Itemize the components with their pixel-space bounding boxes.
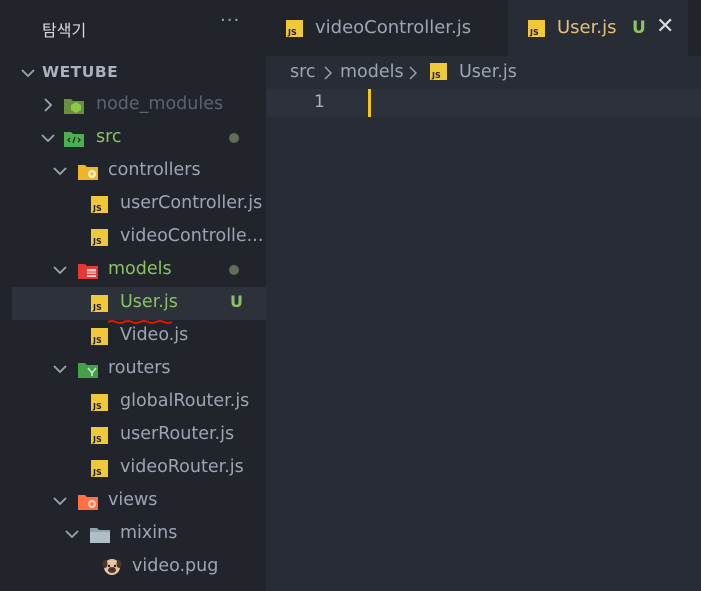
tree-item-src[interactable]: src [12, 122, 266, 155]
breadcrumb-item[interactable]: models [340, 62, 404, 82]
tab-label: User.js [557, 17, 617, 38]
tree-item-node-modules[interactable]: node_modules [12, 89, 266, 122]
tree-item-label: User.js [120, 292, 178, 312]
js-file-icon: JS [91, 295, 108, 312]
explorer-sidebar: 탐색기 ··· WETUBE node_modules src controll… [0, 0, 266, 591]
chevron-right-icon [40, 97, 56, 113]
breadcrumb-item[interactable]: src [290, 62, 316, 82]
more-actions-icon[interactable]: ··· [220, 10, 240, 31]
tree-item-controllers[interactable]: controllers [12, 155, 266, 188]
tree-item-label: mixins [120, 523, 178, 543]
editor-tabs: JS videoController.js JS User.js U ✕ [266, 0, 701, 56]
tab-videocontroller-js[interactable]: JS videoController.js [266, 0, 506, 56]
pug-icon [102, 557, 122, 575]
breadcrumb-item[interactable]: User.js [459, 62, 517, 82]
text-cursor [368, 89, 371, 117]
tree-item-label: userController.js [120, 193, 263, 213]
untracked-status-badge: U [632, 18, 646, 38]
tree-item-label: video.pug [132, 556, 219, 576]
tree-root-label: WETUBE [42, 63, 119, 81]
editor-pane[interactable]: src models JS User.js 1 [266, 56, 701, 591]
chevron-down-icon [52, 262, 68, 278]
chevron-down-icon [52, 493, 68, 509]
modified-dot [229, 133, 239, 143]
tab-user-js[interactable]: JS User.js U ✕ [508, 0, 688, 56]
tree-item-label: src [96, 127, 122, 147]
tree-item-label: models [108, 259, 172, 279]
js-file-icon: JS [91, 427, 108, 444]
js-file-icon: JS [91, 394, 108, 411]
tree-item-video-js[interactable]: JS Video.js [12, 320, 266, 353]
line-number: 1 [314, 92, 325, 112]
close-icon[interactable]: ✕ [656, 14, 674, 39]
js-file-icon: JS [91, 229, 108, 246]
tree-item-label: controllers [108, 160, 201, 180]
tree-item-usercontroller-js[interactable]: JS userController.js [12, 188, 266, 221]
tree-item-video-pug[interactable]: video.pug [12, 551, 266, 584]
tree-root-wetube[interactable]: WETUBE [12, 56, 266, 89]
controllers-folder-icon [78, 162, 98, 180]
js-file-icon: JS [91, 196, 108, 213]
tree-item-models[interactable]: models [12, 254, 266, 287]
chevron-down-icon [64, 526, 80, 542]
tree-item-label: videoControlle... [120, 226, 264, 246]
chevron-down-icon [40, 130, 56, 146]
tree-item-label: node_modules [96, 94, 224, 114]
js-file-icon: JS [91, 328, 108, 345]
nodejs-folder-icon [64, 96, 84, 114]
tree-item-label: globalRouter.js [120, 391, 250, 411]
modified-dot [229, 265, 239, 275]
models-folder-icon [78, 261, 98, 279]
chevron-right-icon [407, 65, 419, 86]
chevron-right-icon [322, 65, 334, 86]
tree-item-videocontroller-js[interactable]: JS videoControlle... [12, 221, 266, 254]
src-folder-icon [64, 129, 84, 147]
tree-item-label: views [108, 490, 158, 510]
tree-item-globalrouter-js[interactable]: JS globalRouter.js [12, 386, 266, 419]
js-file-icon: JS [286, 20, 303, 37]
untracked-status-badge: U [230, 292, 243, 311]
js-file-icon: JS [430, 63, 447, 80]
tree-item-label: userRouter.js [120, 424, 235, 444]
current-line-highlight [266, 89, 701, 117]
js-file-icon: JS [91, 460, 108, 477]
tree-item-user-js[interactable]: JS User.js U [12, 287, 266, 320]
tree-item-label: videoRouter.js [120, 457, 244, 477]
js-file-icon: JS [528, 20, 545, 37]
chevron-down-icon [20, 65, 36, 81]
routers-folder-icon [78, 360, 98, 378]
tree-item-label: Video.js [120, 325, 189, 345]
tree-item-userrouter-js[interactable]: JS userRouter.js [12, 419, 266, 452]
tree-item-label: routers [108, 358, 171, 378]
chevron-down-icon [52, 163, 68, 179]
tree-item-routers[interactable]: routers [12, 353, 266, 386]
explorer-title: 탐색기 [42, 21, 87, 40]
folder-icon [90, 525, 110, 543]
tree-item-mixins[interactable]: mixins [12, 518, 266, 551]
tree-item-videorouter-js[interactable]: JS videoRouter.js [12, 452, 266, 485]
views-folder-icon [78, 492, 98, 510]
tab-label: videoController.js [315, 17, 472, 38]
explorer-header: 탐색기 ··· [0, 0, 266, 56]
tree-item-views[interactable]: views [12, 485, 266, 518]
chevron-down-icon [52, 361, 68, 377]
